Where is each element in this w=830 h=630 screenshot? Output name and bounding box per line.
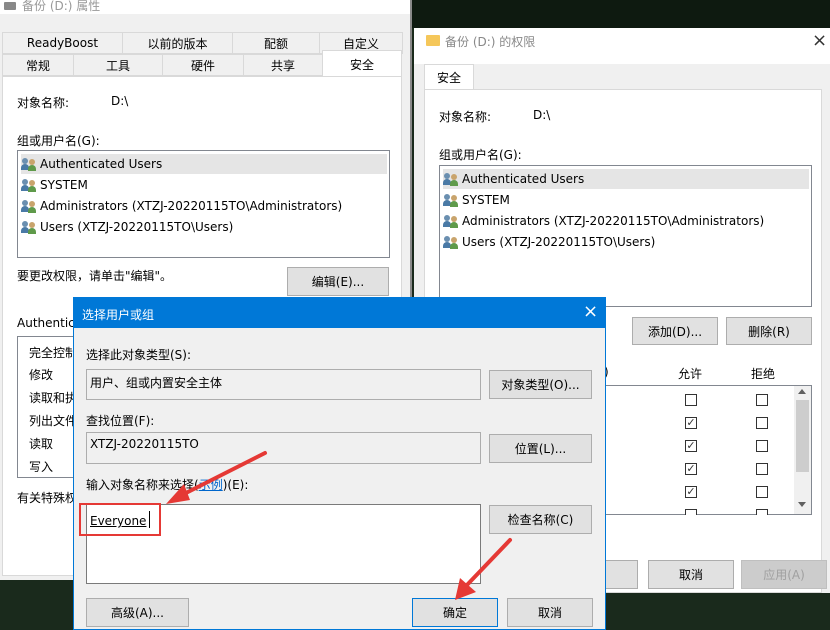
annotation-arrows (166, 451, 512, 600)
arrow-to-input-icon (166, 451, 267, 504)
arrow-to-ok-icon (455, 538, 512, 600)
